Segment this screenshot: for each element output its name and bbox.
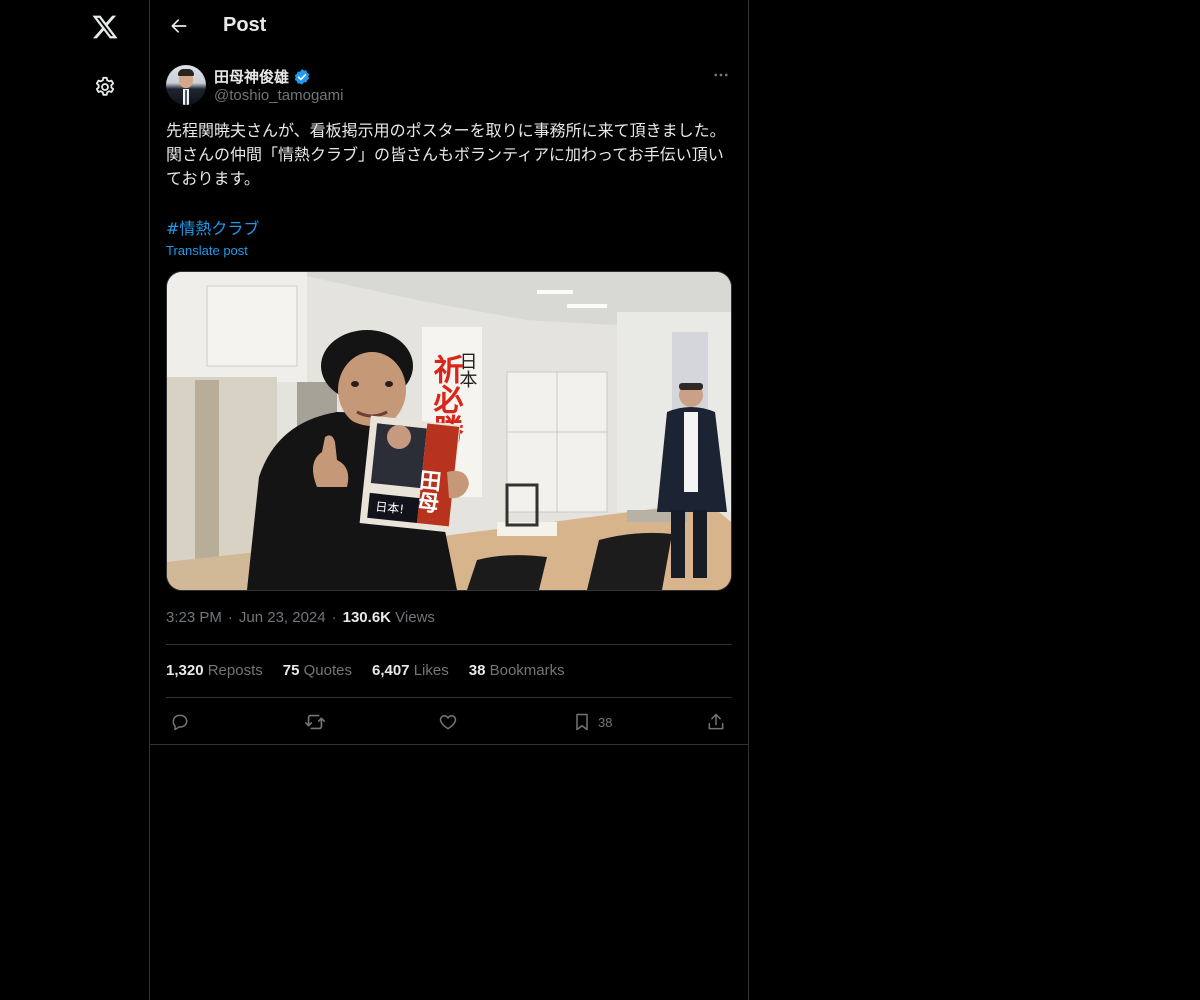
back-arrow-icon <box>171 19 187 33</box>
left-nav <box>0 0 149 1000</box>
divider <box>166 697 732 698</box>
post-meta: 3:23 PM · Jun 23, 2024 · 130.6K Views <box>166 609 435 626</box>
verified-badge-icon <box>294 68 310 85</box>
x-logo-icon <box>92 15 118 39</box>
share-icon <box>708 713 724 730</box>
post-date[interactable]: Jun 23, 2024 <box>239 609 326 626</box>
views-count: 130.6K <box>342 609 391 626</box>
back-button[interactable] <box>162 9 196 43</box>
separator: · <box>331 609 337 626</box>
bookmark-icon <box>576 713 588 731</box>
post-actions: 38 <box>166 706 732 738</box>
main-column: Post 田母神俊雄 @toshio_tamogami 先程関暁夫さんが、看板掲… <box>149 0 749 1000</box>
divider <box>166 644 732 645</box>
post-author: 田母神俊雄 @toshio_tamogami <box>166 64 732 108</box>
reply-icon <box>172 714 188 731</box>
post-image[interactable]: 日本 祈必勝 田母 日本! <box>166 271 732 591</box>
separator: · <box>227 609 233 626</box>
post-text: 先程関暁夫さんが、看板掲示用のポスターを取りに事務所に来て頂きました。関さんの仲… <box>166 121 726 188</box>
like-button[interactable] <box>438 706 458 738</box>
bookmarks-label: Bookmarks <box>489 662 565 679</box>
bookmarks-stat[interactable]: 38 Bookmarks <box>469 662 565 679</box>
page-title: Post <box>223 14 267 36</box>
post-photo: 日本 祈必勝 田母 日本! <box>167 272 731 590</box>
heart-icon <box>439 715 457 730</box>
share-button[interactable] <box>706 706 726 738</box>
bookmark-action-count: 38 <box>598 714 613 730</box>
svg-text:日本!: 日本! <box>375 500 405 517</box>
quotes-label: Quotes <box>303 662 352 679</box>
author-name-text: 田母神俊雄 <box>214 69 290 86</box>
bookmarks-count: 38 <box>468 662 486 679</box>
more-dots-icon <box>714 73 728 77</box>
reply-button[interactable] <box>170 706 190 738</box>
likes-label: Likes <box>413 662 449 679</box>
likes-count: 6,407 <box>371 662 410 679</box>
gear-icon <box>95 76 115 96</box>
more-options-button[interactable] <box>710 64 732 86</box>
post-stats: 1,320 Reposts 75 Quotes 6,407 Likes 38 B… <box>166 662 565 679</box>
reposts-count: 1,320 <box>166 662 204 679</box>
repost-icon <box>305 714 325 730</box>
post-time[interactable]: 3:23 PM <box>166 609 222 626</box>
likes-stat[interactable]: 6,407 Likes <box>372 662 449 679</box>
views-label: Views <box>395 609 435 626</box>
avatar[interactable] <box>166 65 206 105</box>
reposts-stat[interactable]: 1,320 Reposts <box>166 662 263 679</box>
divider <box>150 744 748 745</box>
page: Post 田母神俊雄 @toshio_tamogami 先程関暁夫さんが、看板掲… <box>0 0 1200 1000</box>
repost-button[interactable] <box>304 706 326 738</box>
author-handle[interactable]: @toshio_tamogami <box>214 87 343 104</box>
quotes-count: 75 <box>282 662 300 679</box>
reposts-label: Reposts <box>207 662 263 679</box>
author-name[interactable]: 田母神俊雄 <box>214 66 311 87</box>
x-logo-button[interactable] <box>80 2 130 52</box>
bookmark-button[interactable]: 38 <box>572 706 612 738</box>
hashtag-link[interactable]: #情熱クラブ <box>166 215 259 239</box>
translate-post-link[interactable]: Translate post <box>166 243 248 258</box>
quotes-stat[interactable]: 75 Quotes <box>283 662 352 679</box>
settings-button[interactable] <box>80 62 130 112</box>
header: Post <box>150 0 748 53</box>
